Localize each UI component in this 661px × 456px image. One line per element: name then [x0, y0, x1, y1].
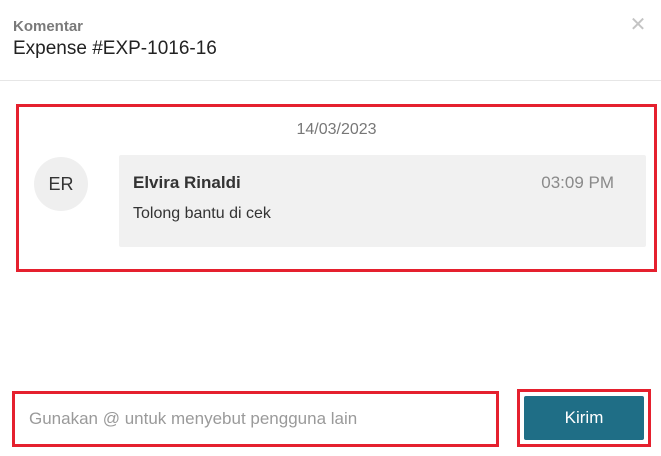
thread-date: 14/03/2023	[296, 121, 377, 138]
comment-thread: 14/03/2023 ER Elvira Rinaldi 03:09 PM To…	[16, 104, 657, 272]
close-icon: ✕	[629, 14, 647, 36]
modal-header: Komentar Expense #EXP-1016-16 ✕	[0, 0, 661, 81]
comment-time: 03:09 PM	[541, 173, 614, 192]
close-button[interactable]: ✕	[629, 14, 647, 36]
send-button[interactable]: Kirim	[524, 396, 644, 440]
modal-title: Expense #EXP-1016-16	[13, 38, 217, 59]
send-button-wrapper: Kirim	[517, 389, 651, 447]
comment-input-wrapper	[12, 391, 499, 447]
comment-author: Elvira Rinaldi	[133, 173, 241, 192]
avatar: ER	[34, 157, 88, 211]
comment-modal: Komentar Expense #EXP-1016-16 ✕ 14/03/20…	[0, 0, 661, 456]
modal-label: Komentar	[13, 18, 84, 35]
comment-text: Tolong bantu di cek	[133, 205, 271, 222]
comment-input[interactable]	[15, 394, 496, 444]
comment-bubble: Elvira Rinaldi 03:09 PM Tolong bantu di …	[119, 155, 646, 247]
